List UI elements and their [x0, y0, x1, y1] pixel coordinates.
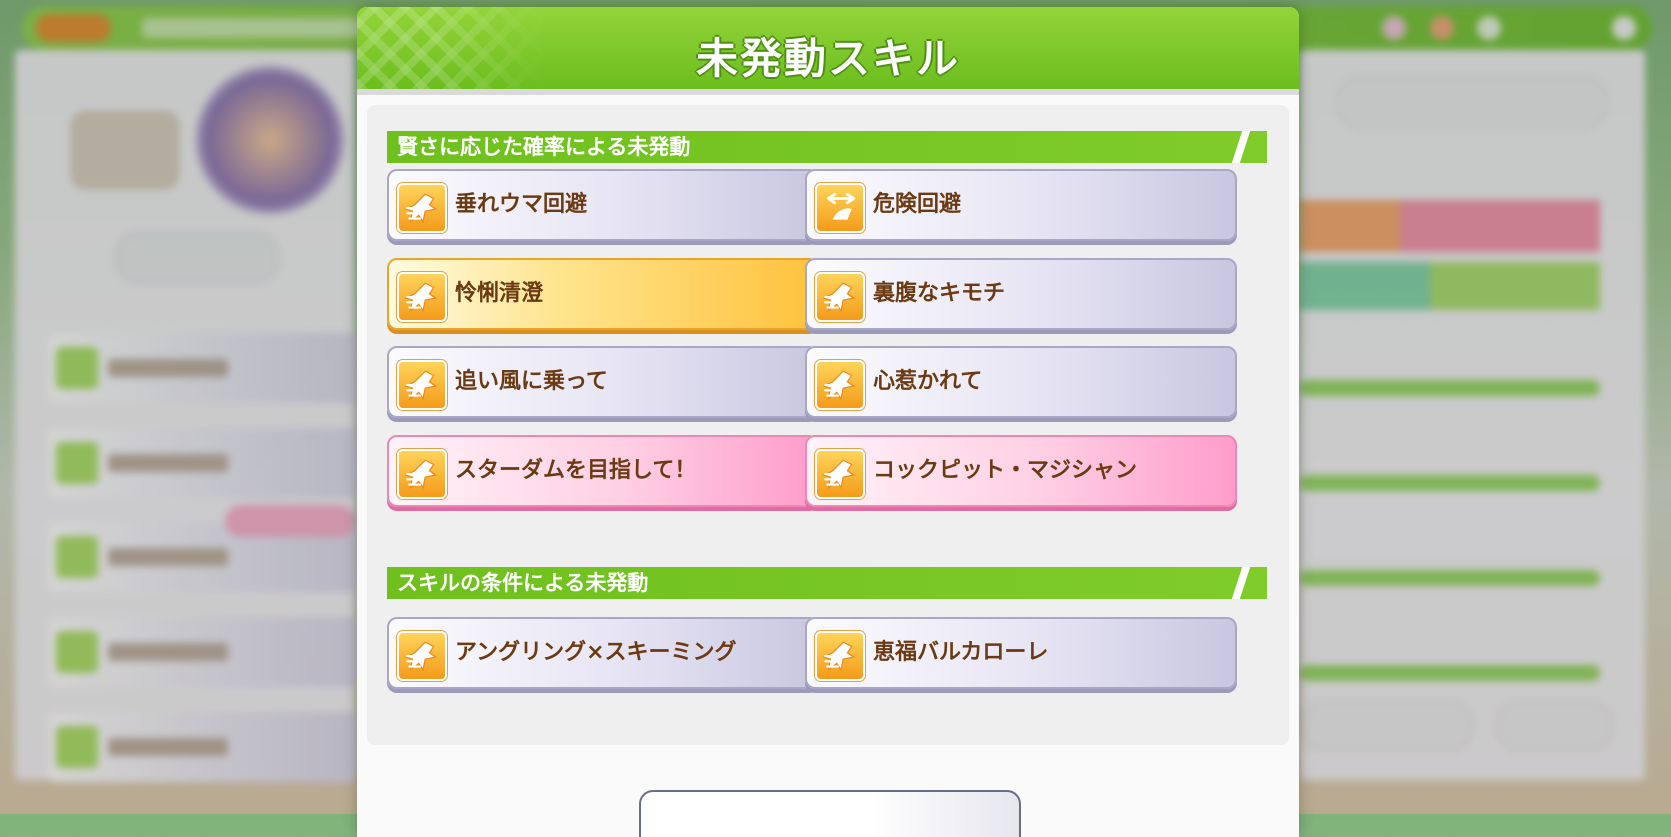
avoid-arrow-icon [815, 183, 865, 233]
dialog-title: 未発動スキル [695, 34, 960, 83]
speed-dash-icon [815, 449, 865, 499]
skill-name: 危険回避 [873, 192, 962, 217]
skill-card[interactable]: 恵福バルカローレ [805, 617, 1237, 689]
skill-card[interactable]: 追い風に乗って [387, 346, 819, 418]
section-heading-label: 賢さに応じた確率による未発動 [397, 135, 691, 159]
speed-dash-icon [397, 631, 447, 681]
skill-name: 追い風に乗って [455, 369, 608, 394]
speed-dash-icon [397, 360, 447, 410]
section-header-wit: 賢さに応じた確率による未発動 [387, 131, 1267, 163]
skill-card[interactable]: コックピット・マジシャン [805, 435, 1237, 507]
speed-dash-icon [815, 272, 865, 322]
skill-card[interactable]: 危険回避 [805, 169, 1237, 241]
skill-name: アングリング×スキーミング [455, 640, 737, 665]
skill-name: 垂れウマ回避 [455, 192, 588, 217]
unactivated-skills-dialog: 未発動スキル 賢さに応じた確率による未発動 スキルの条件による未発動 垂れウマ回… [357, 7, 1299, 837]
skill-card[interactable]: 心惹かれて [805, 346, 1237, 418]
skill-card[interactable]: 裏腹なキモチ [805, 258, 1237, 330]
speed-dash-icon [815, 631, 865, 681]
skill-card[interactable]: アングリング×スキーミング [387, 617, 819, 689]
skill-name: 心惹かれて [873, 369, 983, 394]
section-heading-label: スキルの条件による未発動 [397, 571, 649, 595]
skill-name: 怜悧清澄 [455, 281, 544, 306]
section-header-condition: スキルの条件による未発動 [387, 567, 1267, 599]
skill-name: 裏腹なキモチ [873, 281, 1006, 306]
speed-dash-icon [397, 272, 447, 322]
dialog-header: 未発動スキル [357, 7, 1299, 95]
skill-name: スターダムを目指して！ [455, 458, 697, 483]
speed-dash-icon [397, 183, 447, 233]
speed-dash-icon [815, 360, 865, 410]
skill-name: コックピット・マジシャン [873, 458, 1138, 483]
skill-card[interactable]: 垂れウマ回避 [387, 169, 819, 241]
skill-card[interactable]: スターダムを目指して！ [387, 435, 819, 507]
dialog-body: 賢さに応じた確率による未発動 スキルの条件による未発動 垂れウマ回避 危険回避怜悧… [367, 105, 1289, 745]
skill-name: 恵福バルカローレ [873, 640, 1049, 665]
speed-dash-icon [397, 449, 447, 499]
skill-card[interactable]: 怜悧清澄 [387, 258, 819, 330]
